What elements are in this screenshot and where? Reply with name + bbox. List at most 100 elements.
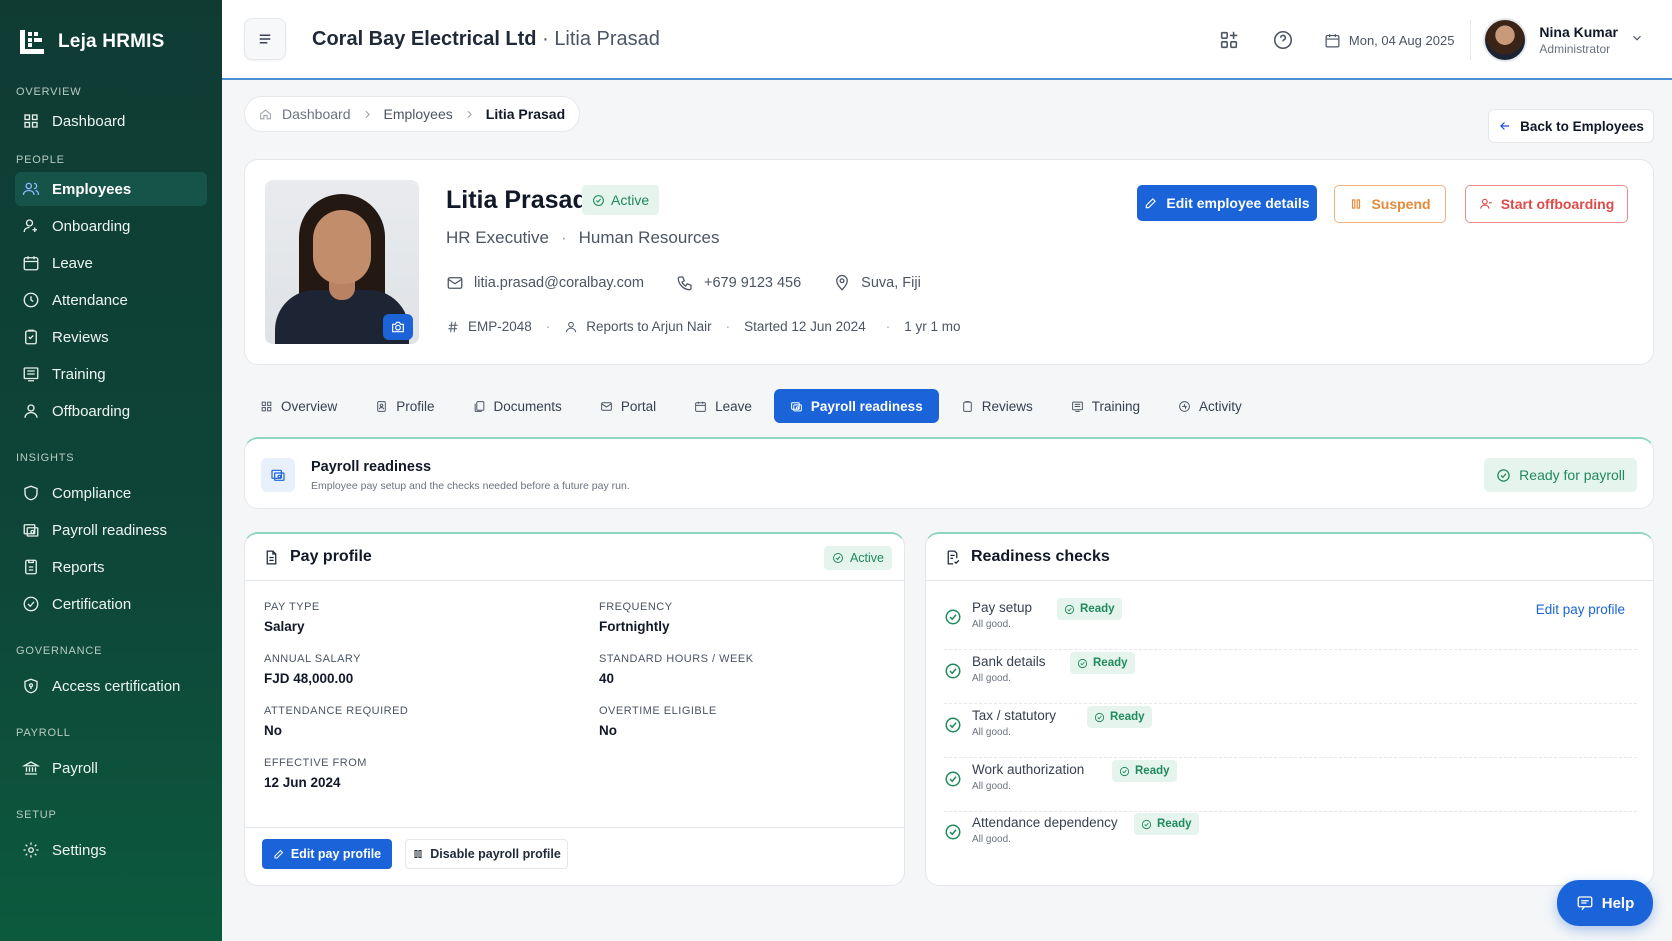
field-standard-hours: STANDARD HOURS / WEEK 40 xyxy=(599,653,754,686)
email-contact[interactable]: litia.prasad@coralbay.com xyxy=(446,274,644,292)
apps-button[interactable] xyxy=(1216,27,1242,53)
sidebar-item-certification[interactable]: Certification xyxy=(15,587,207,621)
check-name: Pay setup xyxy=(972,600,1033,615)
disable-payroll-profile-button[interactable]: Disable payroll profile xyxy=(405,839,568,869)
user-menu[interactable]: Nina Kumar Administrator xyxy=(1471,18,1672,62)
camera-icon xyxy=(392,321,404,333)
ready-badge: Ready xyxy=(1070,652,1135,674)
phone-contact[interactable]: +679 9123 456 xyxy=(676,274,801,292)
user-role: Administrator xyxy=(1539,42,1611,56)
tab-leave[interactable]: Leave xyxy=(678,389,768,423)
sidebar-item-reviews[interactable]: Reviews xyxy=(15,320,207,354)
employee-role: HR Executive · Human Resources xyxy=(446,228,719,248)
check-circle-icon xyxy=(1119,766,1130,776)
pause-icon xyxy=(414,850,422,858)
breadcrumb-dashboard[interactable]: Dashboard xyxy=(282,106,351,122)
arrow-left-icon xyxy=(1500,122,1510,130)
sidebar-item-label: Dashboard xyxy=(52,112,126,130)
sidebar-item-label: Offboarding xyxy=(52,402,131,420)
question-icon xyxy=(1273,30,1292,50)
sidebar-item-offboarding[interactable]: Offboarding xyxy=(15,394,207,428)
ready-badge: Ready xyxy=(1087,706,1152,728)
bank-icon xyxy=(22,759,40,777)
sidebar-item-label: Compliance xyxy=(52,484,132,502)
banner-subtitle: Employee pay setup and the checks needed… xyxy=(311,480,630,492)
breadcrumb: Dashboard Employees Litia Prasad xyxy=(244,96,581,132)
tab-profile[interactable]: Profile xyxy=(359,389,450,423)
field-attendance-required: ATTENDANCE REQUIRED No xyxy=(264,705,408,738)
start-offboarding-label: Start offboarding xyxy=(1500,196,1615,212)
tab-payroll-readiness[interactable]: Payroll readiness xyxy=(773,389,939,423)
check-circle-icon xyxy=(1141,819,1152,829)
edit-pay-profile-button[interactable]: Edit pay profile xyxy=(262,839,392,869)
sidebar-item-dashboard[interactable]: Dashboard xyxy=(15,104,207,138)
help-chat-button[interactable]: Help xyxy=(1557,880,1653,926)
edit-pay-profile-link[interactable]: Edit pay profile xyxy=(1536,602,1625,617)
start-offboarding-button[interactable]: Start offboarding xyxy=(1465,185,1628,223)
tab-documents[interactable]: Documents xyxy=(457,389,578,423)
field-label: STANDARD HOURS / WEEK xyxy=(599,653,754,665)
sidebar-item-access-certification[interactable]: Access certification xyxy=(15,669,207,703)
menu-toggle-button[interactable] xyxy=(244,18,286,60)
check-row: Pay setup Ready All good. Edit pay profi… xyxy=(944,596,1637,650)
sidebar: Leja HRMIS OVERVIEW Dashboard PEOPLE Emp… xyxy=(0,0,222,941)
chevron-right-icon xyxy=(364,110,370,118)
brand[interactable]: Leja HRMIS xyxy=(0,0,222,66)
shield-check-icon xyxy=(22,677,40,695)
field-value: Salary xyxy=(264,619,305,634)
title-employee: Litia Prasad xyxy=(554,27,660,50)
pay-profile-status-badge: Active xyxy=(823,546,892,570)
tab-portal[interactable]: Portal xyxy=(584,389,672,423)
tab-reviews[interactable]: Reviews xyxy=(945,389,1049,423)
user-icon xyxy=(22,402,40,420)
readiness-checks-header: Readiness checks xyxy=(926,534,1653,581)
employee-id-value: EMP-2048 xyxy=(468,319,532,334)
apps-grid-icon xyxy=(1220,31,1238,49)
grid-icon xyxy=(22,112,40,130)
suspend-button[interactable]: Suspend xyxy=(1334,185,1446,223)
sidebar-item-payroll[interactable]: Payroll xyxy=(15,751,207,785)
check-row: Attendance dependency Ready All good. xyxy=(944,811,1637,865)
tab-activity[interactable]: Activity xyxy=(1162,389,1258,423)
sidebar-item-label: Attendance xyxy=(52,291,128,309)
user-name: Nina Kumar xyxy=(1539,24,1618,40)
location-pin-icon xyxy=(836,274,849,291)
calendar-icon xyxy=(1325,33,1340,47)
top-bar: Coral Bay Electrical Ltd · Litia Prasad … xyxy=(222,0,1672,80)
edit-employee-button[interactable]: Edit employee details xyxy=(1137,185,1317,221)
sidebar-item-training[interactable]: Training xyxy=(15,357,207,391)
tab-training[interactable]: Training xyxy=(1055,389,1156,423)
department: Human Resources xyxy=(578,228,720,247)
sidebar-item-attendance[interactable]: Attendance xyxy=(15,283,207,317)
breadcrumb-employees[interactable]: Employees xyxy=(384,106,453,122)
sidebar-item-leave[interactable]: Leave xyxy=(15,246,207,280)
payroll-icon xyxy=(22,521,40,539)
top-right-tools: Mon, 04 Aug 2025 Nina Kumar Administrato… xyxy=(1216,0,1672,80)
sidebar-item-reports[interactable]: Reports xyxy=(15,550,207,584)
nav-section-setup: SETUP xyxy=(16,809,57,821)
sidebar-item-label: Payroll xyxy=(52,759,98,777)
ready-badge-label: Ready xyxy=(1110,711,1145,723)
sidebar-item-compliance[interactable]: Compliance xyxy=(15,476,207,510)
readiness-checks-card: Readiness checks Pay setup Ready All goo… xyxy=(925,532,1654,886)
tab-label: Reviews xyxy=(981,398,1033,414)
sidebar-item-label: Reports xyxy=(52,558,105,576)
sidebar-item-settings[interactable]: Settings xyxy=(15,833,207,867)
ready-badge-label: Ready for payroll xyxy=(1519,467,1625,483)
sidebar-item-onboarding[interactable]: Onboarding xyxy=(15,209,207,243)
payroll-readiness-banner: Payroll readiness Employee pay setup and… xyxy=(244,437,1654,509)
sidebar-item-employees[interactable]: Employees xyxy=(15,172,207,206)
tab-overview[interactable]: Overview xyxy=(244,389,353,423)
shield-icon xyxy=(22,484,40,502)
check-circle-icon xyxy=(1064,604,1075,614)
brand-logo-icon xyxy=(18,28,46,56)
change-photo-button[interactable] xyxy=(383,314,413,340)
help-button[interactable] xyxy=(1270,27,1296,53)
tab-label: Payroll readiness xyxy=(810,398,923,414)
nav-section-overview: OVERVIEW xyxy=(16,86,82,98)
tab-label: Training xyxy=(1091,398,1140,414)
ready-badge: Ready xyxy=(1112,760,1177,782)
back-to-employees-button[interactable]: Back to Employees xyxy=(1488,109,1654,143)
sidebar-item-payroll-readiness[interactable]: Payroll readiness xyxy=(15,513,207,547)
field-value: No xyxy=(599,723,617,738)
